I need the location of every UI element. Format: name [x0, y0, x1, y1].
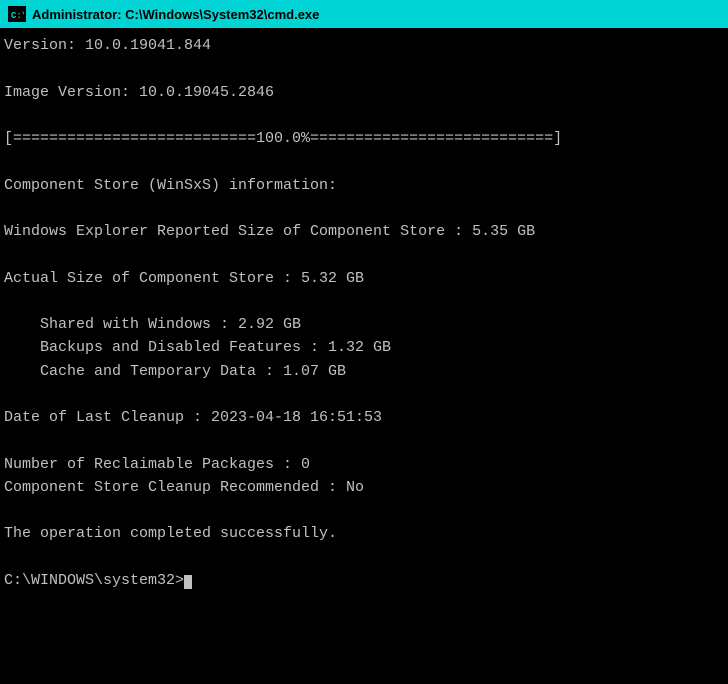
console-line-backups: Backups and Disabled Features : 1.32 GB: [4, 336, 724, 359]
console-line-empty7: [4, 383, 724, 406]
console-line-actual-size: Actual Size of Component Store : 5.32 GB: [4, 267, 724, 290]
cursor: [184, 575, 192, 589]
svg-text:C:\: C:\: [11, 11, 24, 20]
console-body[interactable]: Version: 10.0.19041.844 Image Version: 1…: [0, 28, 728, 684]
console-line-empty1: [4, 57, 724, 80]
console-line-empty6: [4, 290, 724, 313]
console-line-empty2: [4, 104, 724, 127]
title-bar-text: Administrator: C:\Windows\System32\cmd.e…: [32, 7, 319, 22]
console-line-reclaimable: Number of Reclaimable Packages : 0: [4, 453, 724, 476]
console-line-empty8: [4, 429, 724, 452]
console-line-empty10: [4, 546, 724, 569]
console-line-empty3: [4, 150, 724, 173]
console-line-shared: Shared with Windows : 2.92 GB: [4, 313, 724, 336]
console-line-empty9: [4, 499, 724, 522]
console-line-cleanup-recommended: Component Store Cleanup Recommended : No: [4, 476, 724, 499]
cmd-icon: C:\: [8, 6, 26, 22]
console-line-progress: [===========================100.0%======…: [4, 127, 724, 150]
console-line-prompt: C:\WINDOWS\system32>: [4, 569, 724, 592]
title-bar[interactable]: C:\ Administrator: C:\Windows\System32\c…: [0, 0, 728, 28]
console-line-version: Version: 10.0.19041.844: [4, 34, 724, 57]
console-line-explorer-size: Windows Explorer Reported Size of Compon…: [4, 220, 724, 243]
cmd-window: C:\ Administrator: C:\Windows\System32\c…: [0, 0, 728, 684]
console-line-component-store-header: Component Store (WinSxS) information:: [4, 174, 724, 197]
console-line-image-version: Image Version: 10.0.19045.2846: [4, 81, 724, 104]
console-line-last-cleanup: Date of Last Cleanup : 2023-04-18 16:51:…: [4, 406, 724, 429]
console-line-empty4: [4, 197, 724, 220]
console-line-cache: Cache and Temporary Data : 1.07 GB: [4, 360, 724, 383]
console-line-empty5: [4, 243, 724, 266]
console-line-operation-complete: The operation completed successfully.: [4, 522, 724, 545]
